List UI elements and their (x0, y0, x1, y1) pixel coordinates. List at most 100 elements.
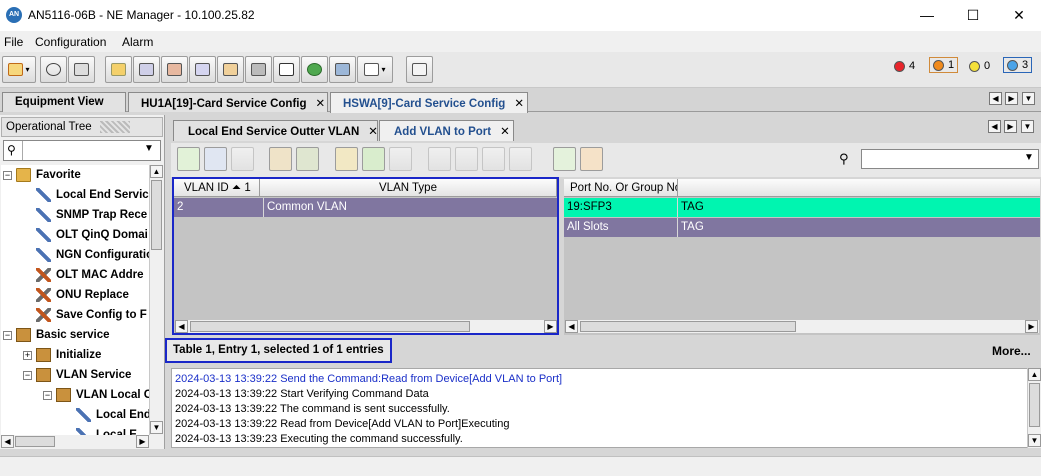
column-header-port[interactable]: Port No. Or Group No. (564, 179, 678, 197)
tree-vertical-scrollbar[interactable]: ▲ ▼ (149, 165, 163, 435)
close-tab-icon[interactable]: ✕ (316, 98, 326, 110)
menu-file[interactable]: File (4, 35, 23, 49)
scroll-down-icon[interactable]: ▼ (150, 421, 163, 434)
scroll-right-icon[interactable]: ▶ (136, 435, 149, 448)
column-header-tag[interactable] (678, 179, 1040, 197)
tree-item[interactable]: − Basic service (3, 325, 110, 345)
revert-button[interactable] (389, 147, 412, 171)
tab-hswa-card-config[interactable]: HSWA[9]-Card Service Config ✕ (330, 92, 528, 113)
scroll-thumb[interactable] (1029, 383, 1040, 427)
close-tab-icon[interactable]: ✕ (368, 126, 378, 138)
server-button[interactable] (245, 56, 272, 83)
apply-button[interactable] (362, 147, 385, 171)
grid-button[interactable] (580, 147, 603, 171)
scroll-up-icon[interactable]: ▲ (150, 165, 163, 178)
import-button[interactable] (509, 147, 532, 171)
close-tab-icon[interactable]: ✕ (500, 126, 510, 138)
log-vertical-scrollbar[interactable]: ▲ ▼ (1027, 368, 1041, 448)
tree-item[interactable]: + Initialize (23, 345, 101, 365)
expand-icon[interactable]: + (23, 350, 32, 360)
fax-button[interactable] (161, 56, 188, 83)
alarm-warning[interactable]: 3 (1003, 57, 1033, 73)
scroll-thumb[interactable] (580, 321, 796, 332)
printer-button[interactable] (189, 56, 216, 83)
modify-button[interactable] (231, 147, 254, 171)
export-button[interactable] (482, 147, 505, 171)
scroll-right-icon[interactable]: ▶ (1025, 320, 1038, 333)
list-button[interactable] (273, 56, 300, 83)
copy-button[interactable] (335, 147, 358, 171)
collapse-icon[interactable]: − (3, 330, 12, 340)
table-search-input[interactable]: ▼ (861, 149, 1039, 169)
tab-scroll-left-icon[interactable]: ◀ (989, 92, 1002, 105)
close-tab-icon[interactable]: ✕ (514, 98, 524, 110)
tab-hu1a-card-config[interactable]: HU1A[19]-Card Service Config ✕ (128, 92, 328, 112)
maximize-button[interactable]: ☐ (950, 0, 996, 31)
filter-button[interactable] (553, 147, 576, 171)
tree-item[interactable]: OLT MAC Addre (23, 265, 144, 285)
tree-item[interactable]: ONU Replace (23, 285, 129, 305)
move-down-button[interactable] (455, 147, 478, 171)
tab-scroll-right-icon[interactable]: ▶ (1005, 92, 1018, 105)
move-up-button[interactable] (428, 147, 451, 171)
tree-search-combo[interactable]: ⚲ ▼ (3, 140, 161, 161)
tab-scroll-right-icon[interactable]: ▶ (1004, 120, 1017, 133)
scroll-down-icon[interactable]: ▼ (1028, 434, 1041, 447)
timer-button[interactable] (40, 56, 67, 83)
collapse-icon[interactable]: − (43, 390, 52, 400)
close-window-button[interactable]: ✕ (996, 0, 1041, 31)
print-button[interactable] (133, 56, 160, 83)
collapse-icon[interactable]: − (3, 170, 12, 180)
tab-add-vlan-to-port[interactable]: Add VLAN to Port ✕ (379, 120, 514, 141)
scroll-left-icon[interactable]: ◀ (175, 320, 188, 333)
grip-icon[interactable] (99, 121, 130, 133)
alarm-minor[interactable]: 0 (969, 60, 990, 72)
table-horizontal-scrollbar[interactable]: ◀ ▶ (175, 320, 557, 333)
table-cell[interactable]: Common VLAN (264, 198, 557, 217)
scroll-thumb[interactable] (15, 436, 55, 447)
tree-item[interactable]: − VLAN Service (23, 365, 131, 385)
table-cell[interactable]: 19:SFP3 (564, 198, 678, 217)
column-header-vlan-id[interactable]: VLAN ID ⏶ 1 (174, 179, 260, 197)
tab-local-end-outter-vlan[interactable]: Local End Service Outter VLAN ✕ (173, 120, 378, 141)
tree-item[interactable]: OLT QinQ Domai (23, 225, 148, 245)
report-menu-button[interactable]: ▾ (357, 56, 393, 83)
scroll-right-icon[interactable]: ▶ (544, 320, 557, 333)
write-button[interactable] (296, 147, 319, 171)
column-header-vlan-type[interactable]: VLAN Type (260, 179, 557, 197)
add-row-button[interactable] (177, 147, 200, 171)
menu-alarm[interactable]: Alarm (122, 35, 153, 49)
read-button[interactable] (269, 147, 292, 171)
scroll-thumb[interactable] (151, 180, 162, 250)
tree-item[interactable]: SNMP Trap Rece (23, 205, 147, 225)
device-menu-button[interactable]: ▾ (2, 56, 36, 83)
document-button[interactable] (217, 56, 244, 83)
menu-configuration[interactable]: Configuration (35, 35, 106, 49)
tree-item[interactable]: − Favorite (3, 165, 81, 185)
tree-item[interactable]: NGN Configuratio (23, 245, 149, 265)
tree-horizontal-scrollbar[interactable]: ◀ ▶ (1, 435, 149, 448)
scroll-thumb[interactable] (190, 321, 470, 332)
minimize-button[interactable]: — (904, 0, 950, 31)
tab-list-icon[interactable]: ▼ (1021, 120, 1034, 133)
edit-button[interactable] (105, 56, 132, 83)
table-cell[interactable]: TAG (678, 198, 1040, 217)
table-cell[interactable]: TAG (678, 218, 1040, 237)
tab-list-icon[interactable]: ▼ (1022, 92, 1035, 105)
globe-button[interactable] (301, 56, 328, 83)
chevron-down-icon[interactable]: ▼ (144, 143, 154, 154)
chevron-down-icon[interactable]: ▼ (1024, 152, 1034, 163)
table-horizontal-scrollbar[interactable]: ◀ ▶ (565, 320, 1039, 333)
tree-item[interactable]: Save Config to F (23, 305, 147, 325)
screen-button[interactable] (68, 56, 95, 83)
more-link[interactable]: More... (992, 344, 1031, 358)
notes-button[interactable] (406, 56, 433, 83)
delete-row-button[interactable] (204, 147, 227, 171)
tree-item[interactable]: Local End (63, 405, 149, 425)
scroll-left-icon[interactable]: ◀ (565, 320, 578, 333)
table-cell[interactable]: All Slots (564, 218, 678, 237)
alarm-major[interactable]: 1 (929, 57, 959, 73)
tree-item[interactable]: Local End Servic (23, 185, 149, 205)
table-cell[interactable]: 2 (174, 198, 264, 217)
tab-scroll-left-icon[interactable]: ◀ (988, 120, 1001, 133)
